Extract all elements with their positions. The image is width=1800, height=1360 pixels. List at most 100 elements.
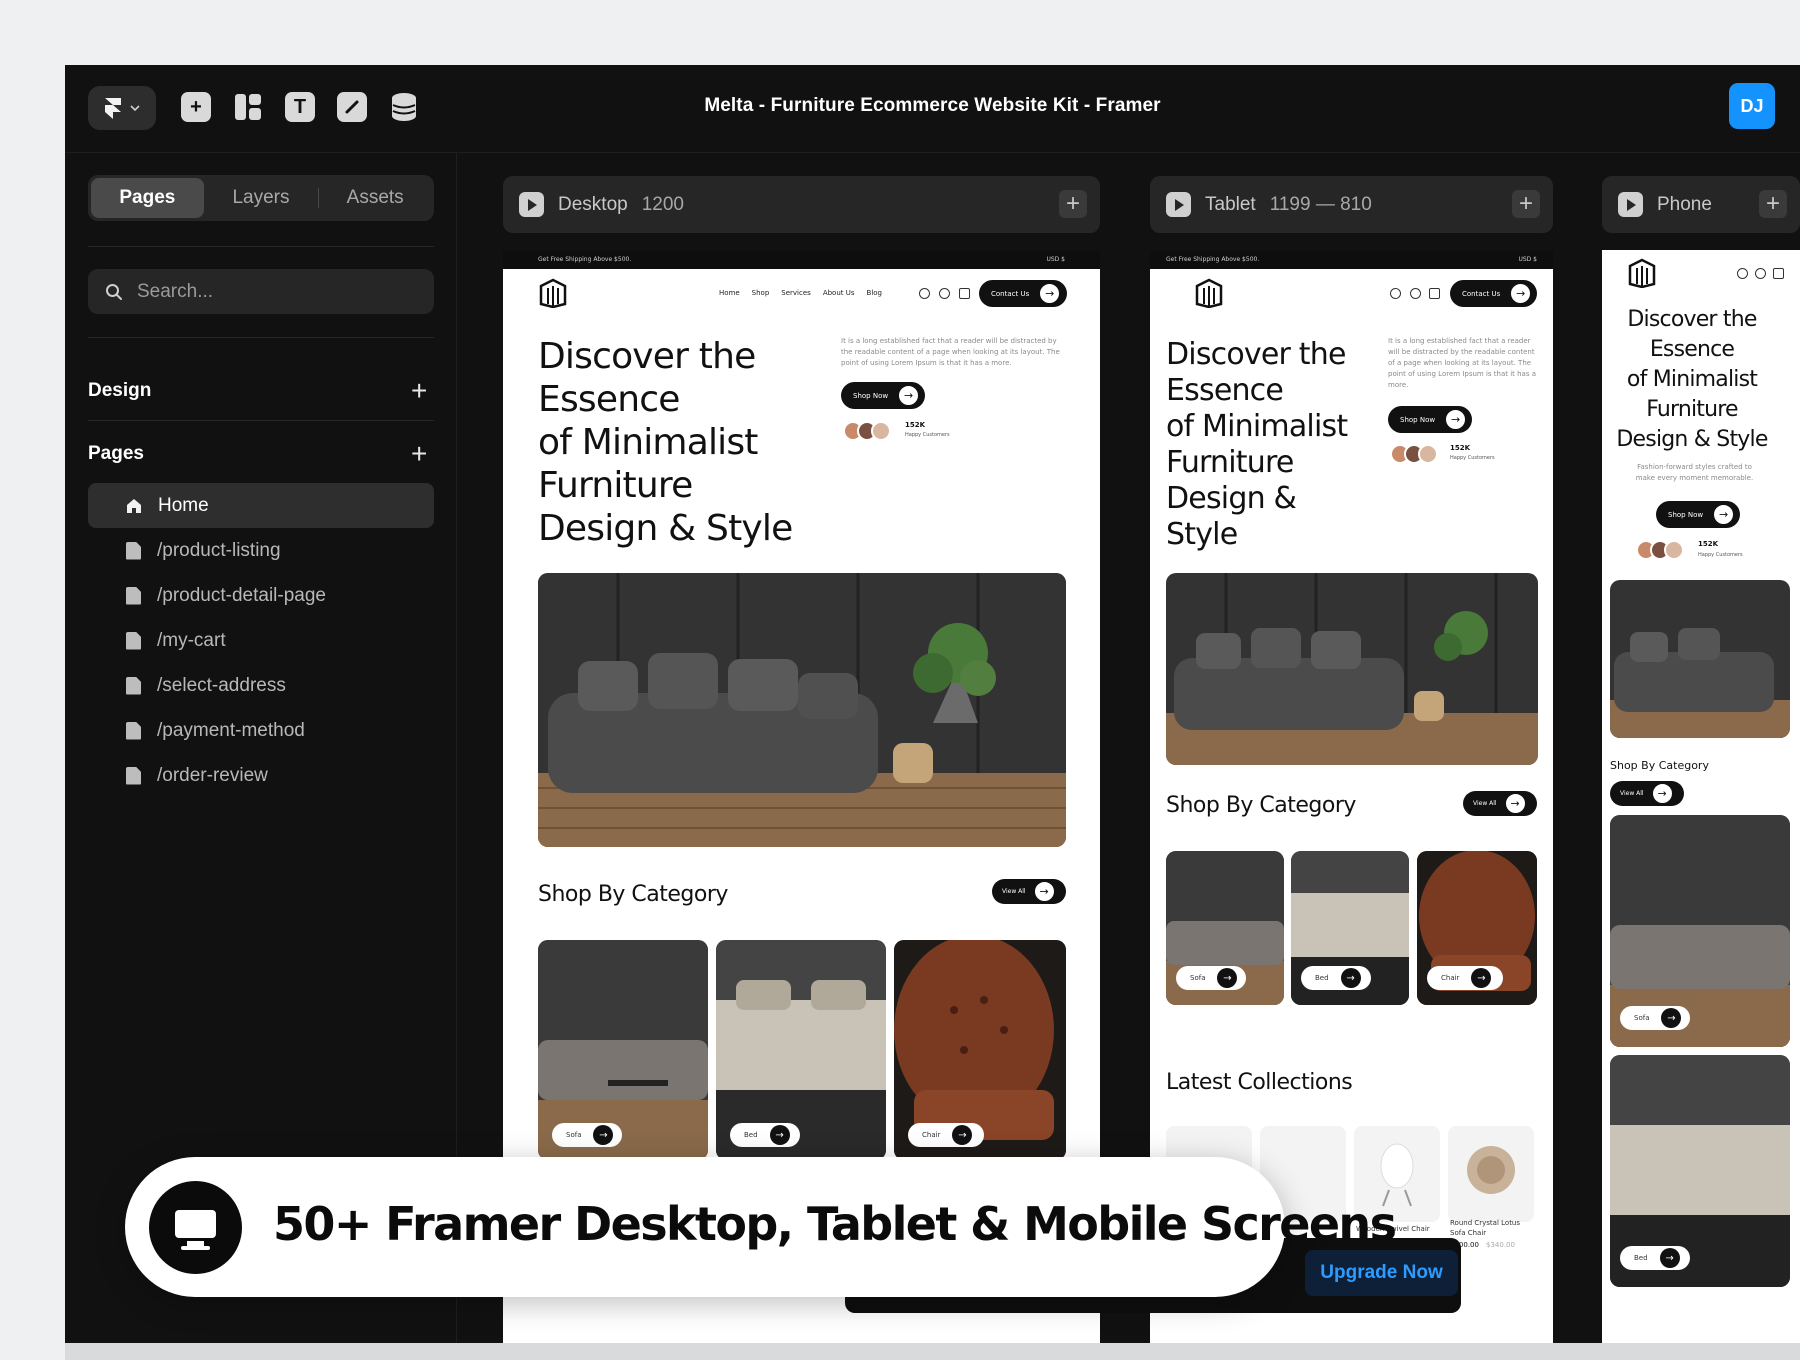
page-item-home[interactable]: Home [88,483,434,528]
tab-assets[interactable]: Assets [319,178,431,218]
category-pill[interactable]: Sofa → [552,1123,622,1147]
brand-logo-icon[interactable] [539,278,567,308]
view-all-button[interactable]: View All → [992,879,1066,904]
category-card-bed[interactable]: Bed → [1291,851,1409,1005]
user-icon[interactable] [1755,268,1766,279]
bag-icon[interactable] [1429,288,1440,299]
nav-blog[interactable]: Blog [867,289,882,297]
file-icon [126,676,141,695]
add-design-button[interactable]: + [411,377,427,405]
pages-section-title: Pages [88,443,144,464]
category-label: Bed [1634,1254,1648,1262]
contact-button[interactable]: Contact Us → [979,280,1067,307]
phone-frame-header[interactable]: Phone + [1602,176,1800,233]
preview-play-icon[interactable] [1166,192,1191,217]
category-pill[interactable]: Sofa → [1620,1006,1690,1030]
preview-play-icon[interactable] [519,192,544,217]
user-icon[interactable] [1410,288,1421,299]
user-icon[interactable] [939,288,950,299]
user-avatar[interactable]: DJ [1729,83,1775,129]
category-pill[interactable]: Bed → [1620,1246,1690,1270]
category-card-sofa[interactable]: Sofa → [538,940,708,1160]
category-card-bed[interactable]: Bed → [716,940,886,1160]
page-item-my-cart[interactable]: /my-cart [88,618,434,663]
product-card[interactable] [1448,1126,1534,1222]
page-item-product-detail[interactable]: /product-detail-page [88,573,434,618]
bag-icon[interactable] [959,288,970,299]
nav-services[interactable]: Services [781,289,811,297]
category-card-chair[interactable]: Chair → [1417,851,1537,1005]
arrow-right-icon: → [1039,283,1061,304]
bag-icon[interactable] [1773,268,1784,279]
category-card-chair[interactable]: Chair → [894,940,1066,1160]
add-breakpoint-button[interactable]: + [1759,190,1787,218]
arrow-right-icon: → [593,1125,614,1145]
tablet-frame-header[interactable]: Tablet 1199 — 810 + [1150,176,1553,233]
latest-collections-heading: Latest Collections [1166,1070,1353,1095]
hero-line: Discover the [1166,337,1346,372]
file-icon [126,721,141,740]
tab-layers[interactable]: Layers [204,178,319,218]
page-item-product-listing[interactable]: /product-listing [88,528,434,573]
hero-line: Furniture [1166,445,1294,480]
hero-line: Discover the [1627,307,1757,332]
arrow-right-icon: → [1510,283,1532,304]
contact-button[interactable]: Contact Us → [1450,280,1537,307]
customer-avatars [1390,444,1438,464]
page-item-payment-method[interactable]: /payment-method [88,708,434,753]
currency-select[interactable]: USD $ [1518,256,1537,263]
category-pill[interactable]: Chair → [908,1123,984,1147]
category-pill[interactable]: Sofa → [1176,966,1246,990]
shop-now-button[interactable]: Shop Now → [841,382,925,409]
search-input[interactable]: Search... [88,269,434,314]
arrow-right-icon: → [898,385,920,406]
add-page-button[interactable]: + [411,440,427,468]
hero-line: Discover the [538,336,756,377]
preview-play-icon[interactable] [1618,192,1643,217]
search-placeholder: Search... [137,280,214,302]
upgrade-now-button[interactable]: Upgrade Now [1305,1250,1458,1296]
category-card-bed[interactable]: Bed → [1610,1055,1790,1287]
brand-logo-icon[interactable] [1195,278,1223,308]
desktop-frame-header[interactable]: Desktop 1200 + [503,176,1100,233]
search-icon[interactable] [1737,268,1748,279]
hero-sofa-image [1166,573,1538,765]
search-icon[interactable] [1390,288,1401,299]
brand-logo-icon[interactable] [1628,258,1656,288]
arrow-right-icon: → [1504,793,1526,814]
shop-by-category-heading: Shop By Category [538,882,728,907]
category-card-sofa[interactable]: Sofa → [1166,851,1284,1005]
view-all-button[interactable]: View All → [1610,781,1684,806]
category-card-sofa[interactable]: Sofa → [1610,815,1790,1047]
tab-pages[interactable]: Pages [91,178,204,218]
hero-line: Furniture [1646,397,1738,422]
view-all-label: View All [1473,800,1497,807]
page-item-select-address[interactable]: /select-address [88,663,434,708]
arrow-right-icon: → [952,1125,973,1145]
nav-shop[interactable]: Shop [752,289,770,297]
customer-label: Happy Customers [1450,455,1495,461]
add-breakpoint-button[interactable]: + [1059,190,1087,218]
phone-preview[interactable]: Discover the Essence of Minimalist Furni… [1602,250,1800,1343]
page-item-order-review[interactable]: /order-review [88,753,434,798]
category-label: Chair [922,1131,941,1139]
home-icon [127,498,141,513]
sidebar-tabs: Pages Layers Assets [88,175,434,221]
category-pill[interactable]: Chair → [1427,966,1503,990]
add-breakpoint-button[interactable]: + [1512,190,1540,218]
file-icon [126,631,141,650]
category-pill[interactable]: Bed → [1301,966,1371,990]
hero-blurb: It is a long established fact that a rea… [1388,337,1537,389]
hero-heading: Discover the Essence of Minimalist Furni… [1602,305,1782,455]
hero-line: Essence [1166,373,1284,408]
view-all-label: View All [1002,888,1026,895]
shop-now-button[interactable]: Shop Now → [1388,406,1472,433]
currency-select[interactable]: USD $ [1046,256,1065,263]
nav-about[interactable]: About Us [823,289,855,297]
view-all-button[interactable]: View All → [1463,791,1537,816]
category-pill[interactable]: Bed → [730,1123,800,1147]
nav-home[interactable]: Home [719,289,740,297]
shop-now-button[interactable]: Shop Now → [1656,501,1740,528]
frame-size: 1200 [641,193,684,215]
search-icon[interactable] [919,288,930,299]
